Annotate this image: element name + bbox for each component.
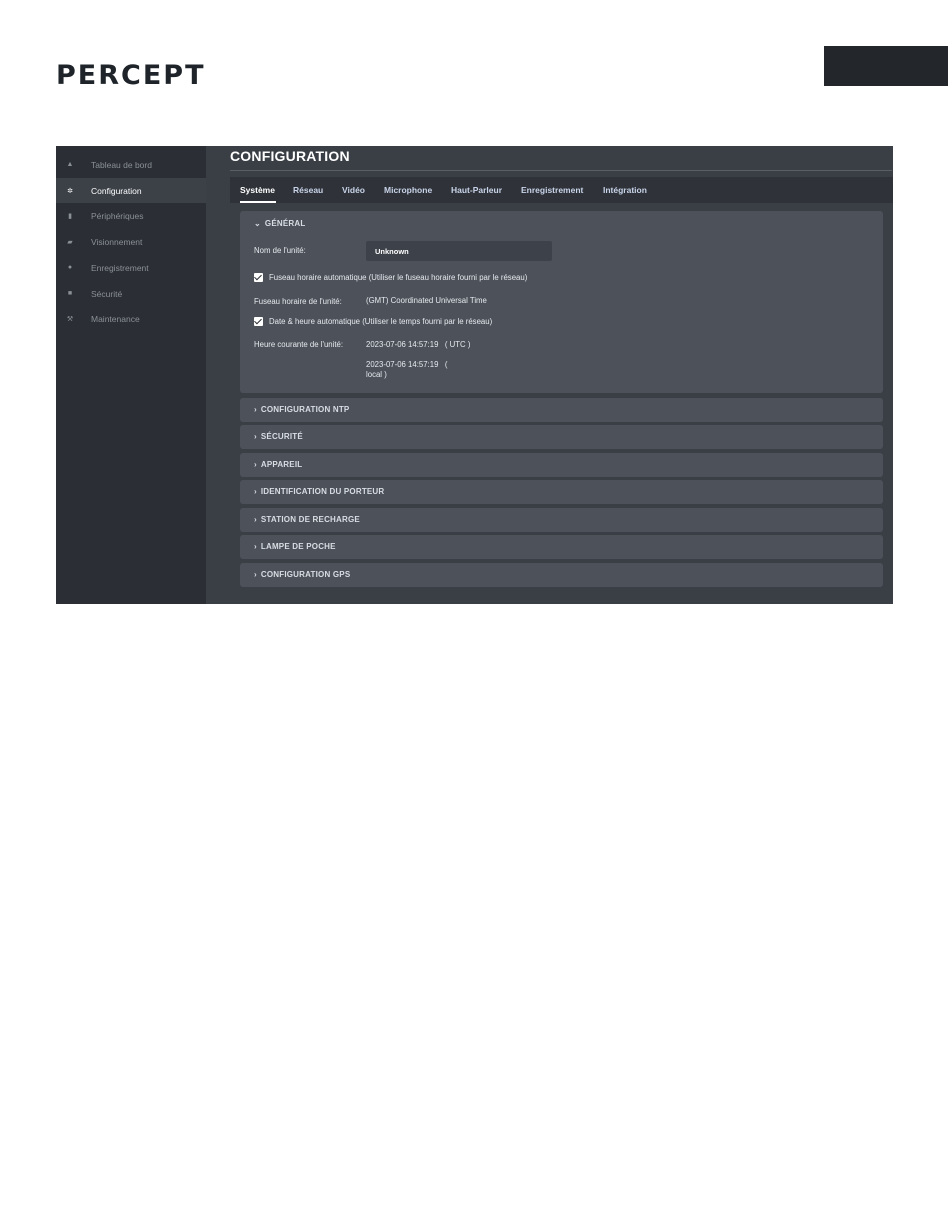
section-configuration-ntp[interactable]: › CONFIGURATION NTP [240,398,883,422]
chevron-right-icon: › [254,515,257,524]
tab-enregistrement[interactable]: Enregistrement [521,177,583,203]
section-header: › LAMPE DE POCHE [254,535,336,559]
tab-label: Haut-Parleur [451,185,503,195]
section-header: › CONFIGURATION GPS [254,563,350,587]
logo-text: PERCEPT [56,60,206,91]
section-header: › STATION DE RECHARGE [254,508,360,532]
current-time-label: Heure courante de l'unité: [254,340,344,349]
auto-datetime-checkbox[interactable] [254,317,263,326]
tab-label: Enregistrement [521,185,584,195]
sidebar-item-label: Périphériques [91,210,144,221]
timezone-value: (GMT) Coordinated Universal Time [366,296,487,305]
tab-systeme[interactable]: Système [240,177,276,203]
chevron-right-icon: › [254,487,257,496]
tab-label: Microphone [384,185,433,195]
chevron-down-icon: ⌄ [254,219,261,228]
sidebar-item-enregistrement[interactable]: ● Enregistrement [56,255,206,280]
section-identification-du-porteur[interactable]: › IDENTIFICATION DU PORTEUR [240,480,883,504]
sidebar-item-securite[interactable]: ■ Sécurité [56,281,206,306]
tab-panel: ⌄ GÉNÉRAL Nom de l'unité: Unknown Fuseau … [230,203,893,604]
section-station-de-recharge[interactable]: › STATION DE RECHARGE [240,508,883,532]
section-appareil[interactable]: › APPAREIL [240,453,883,477]
section-header-general[interactable]: ⌄ GÉNÉRAL [254,211,305,237]
device-icon: ▮ [68,212,72,220]
chevron-right-icon: › [254,460,257,469]
sidebar-item-label: Visionnement [91,236,143,247]
app-screenshot: ▲ Tableau de bord ✲ Configuration ▮ Péri… [56,146,893,604]
section-title: APPAREIL [260,460,303,469]
auto-datetime-label: Date & heure automatique (Utiliser le te… [269,317,493,326]
sidebar-item-label: Tableau de bord [91,159,152,170]
tab-label: Système [240,185,275,195]
sidebar-item-tableau-de-bord[interactable]: ▲ Tableau de bord [56,152,206,177]
unit-name-label: Nom de l'unité: [254,246,306,255]
tab-label: Vidéo [342,185,365,195]
section-header: › IDENTIFICATION DU PORTEUR [254,480,384,504]
section-lampe-de-poche[interactable]: › LAMPE DE POCHE [240,535,883,559]
tab-label: Intégration [603,185,647,195]
tab-video[interactable]: Vidéo [342,177,365,203]
section-title: CONFIGURATION GPS [260,570,351,579]
lock-icon: ■ [67,290,73,297]
tab-label: Réseau [293,185,324,195]
home-icon: ▲ [66,161,74,168]
section-title: STATION DE RECHARGE [260,515,360,524]
tab-reseau[interactable]: Réseau [293,177,323,203]
gear-icon: ✲ [67,187,73,195]
auto-timezone-checkbox[interactable] [254,273,263,282]
tab-integration[interactable]: Intégration [603,177,647,203]
local-time-value-line1: 2023-07-06 14:57:19 ( [366,360,448,369]
sidebar-item-configuration[interactable]: ✲ Configuration [56,178,206,203]
header-corner-block [824,46,948,86]
sidebar-item-maintenance[interactable]: ⚒ Maintenance [56,306,206,331]
section-title: SÉCURITÉ [260,432,303,441]
chevron-right-icon: › [254,432,257,441]
sidebar-item-label: Sécurité [91,288,123,299]
section-securite[interactable]: › SÉCURITÉ [240,425,883,449]
tab-haut-parleur[interactable]: Haut-Parleur [451,177,502,203]
chevron-right-icon: › [254,570,257,579]
wrench-icon: ⚒ [66,315,74,323]
tab-microphone[interactable]: Microphone [384,177,432,203]
title-divider [230,170,892,171]
timezone-label: Fuseau horaire de l'unité: [254,297,342,306]
main-content: CONFIGURATION Système Réseau Vidéo Micro… [230,146,893,604]
section-title: LAMPE DE POCHE [260,542,336,551]
utc-time-value: 2023-07-06 14:57:19 ( UTC ) [366,340,471,349]
sidebar-item-visionnement[interactable]: ▰ Visionnement [56,229,206,254]
unit-name-value: Unknown [375,247,409,256]
record-icon: ● [67,264,73,271]
sidebar-item-label: Maintenance [91,313,140,324]
section-title: GÉNÉRAL [264,219,306,228]
camera-icon: ▰ [67,238,73,246]
sidebar: ▲ Tableau de bord ✲ Configuration ▮ Péri… [56,146,206,604]
section-general: ⌄ GÉNÉRAL Nom de l'unité: Unknown Fuseau … [240,211,883,393]
local-time-value-line2: local ) [366,370,387,379]
section-title: IDENTIFICATION DU PORTEUR [260,487,385,496]
page-title: CONFIGURATION [230,148,350,164]
sidebar-item-peripheriques[interactable]: ▮ Périphériques [56,203,206,228]
unit-name-input[interactable]: Unknown [366,241,552,261]
section-configuration-gps[interactable]: › CONFIGURATION GPS [240,563,883,587]
section-header: › SÉCURITÉ [254,425,303,449]
section-header: › CONFIGURATION NTP [254,398,349,422]
percept-logo: PERCEPT [56,62,206,90]
section-header: › APPAREIL [254,453,302,477]
tab-bar: Système Réseau Vidéo Microphone Haut-Par… [230,177,893,203]
chevron-right-icon: › [254,405,257,414]
sidebar-item-label: Enregistrement [91,262,149,273]
auto-timezone-label: Fuseau horaire automatique (Utiliser le … [269,273,528,282]
chevron-right-icon: › [254,542,257,551]
section-title: CONFIGURATION NTP [260,405,350,414]
sidebar-item-label: Configuration [91,185,142,196]
